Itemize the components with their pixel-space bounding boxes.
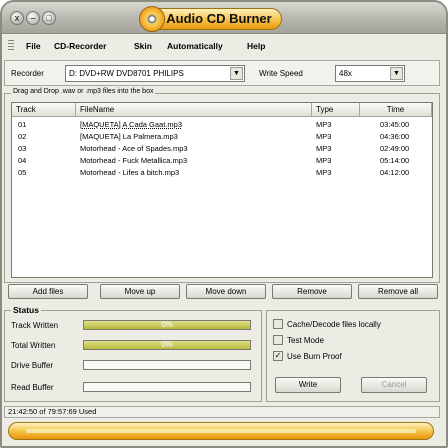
burn-proof-checkbox[interactable]: ✓ — [273, 351, 283, 361]
drive-buffer-progress — [83, 360, 251, 370]
add-files-button[interactable]: Add files — [8, 284, 88, 299]
status-title: Status — [11, 305, 41, 315]
move-down-button[interactable]: Move down — [186, 284, 266, 299]
table-row[interactable]: 03 Motorhead - Ace of Spades.mp3 MP3 02:… — [12, 144, 432, 155]
track-list[interactable]: Track FileName Type Time 01 [MAQUETA] A … — [11, 102, 433, 278]
test-mode-label: Test Mode — [287, 336, 324, 345]
remove-all-button[interactable]: Remove all — [358, 284, 438, 299]
menu-automatically[interactable]: Automatically — [167, 41, 223, 51]
track-filename: [MAQUETA] La Palmera.mp3 — [80, 132, 178, 141]
app-window: x – □ Audio CD Burner File CD-Recorder S… — [0, 0, 448, 448]
write-speed-select[interactable]: 48x ▼ — [335, 65, 405, 82]
drag-drop-group: Drag and Drop .wav or .mp3 files into th… — [4, 88, 440, 283]
minimize-icon[interactable]: – — [26, 11, 40, 25]
total-written-progress: 0% — [83, 340, 251, 350]
track-filename: [MAQUETA] A Cada Gaat.mp3 — [80, 120, 182, 129]
track-type: MP3 — [316, 144, 332, 153]
track-time: 05:14:00 — [380, 156, 410, 165]
total-written-label: Total Written — [11, 341, 56, 350]
cache-decode-label: Cache/Decode files locally — [287, 320, 381, 329]
column-header-track[interactable]: Track — [12, 103, 76, 117]
chevron-down-icon[interactable]: ▼ — [230, 67, 243, 80]
track-time: 04:36:00 — [380, 132, 410, 141]
chevron-down-icon[interactable]: ▼ — [390, 67, 403, 80]
recorder-label: Recorder — [11, 69, 44, 78]
list-button-bar: Add files Move up Move down Remove Remov… — [4, 284, 440, 302]
drag-drop-caption: Drag and Drop .wav or .mp3 files into th… — [11, 88, 156, 95]
menu-skin[interactable]: Skin — [134, 41, 152, 51]
write-button[interactable]: Write — [275, 377, 341, 393]
test-mode-checkbox[interactable] — [273, 335, 283, 345]
track-written-progress: 0% — [83, 320, 251, 330]
menu-cd-recorder[interactable]: CD-Recorder — [54, 41, 106, 51]
column-header-time[interactable]: Time — [360, 103, 432, 117]
track-type: MP3 — [316, 168, 332, 177]
cd-icon — [139, 6, 165, 32]
table-row[interactable]: 05 Motorhead - Lifes a bitch.mp3 MP3 04:… — [12, 168, 432, 179]
status-bar: 21:42:50 of 79:57:69 Used — [4, 406, 440, 418]
cache-decode-checkbox[interactable] — [273, 319, 283, 329]
maximize-icon[interactable]: □ — [42, 11, 56, 25]
progress-text: 0% — [161, 340, 173, 349]
track-time: 02:49:00 — [380, 144, 410, 153]
track-number: 05 — [18, 168, 27, 177]
track-number: 01 — [18, 120, 27, 129]
track-type: MP3 — [316, 156, 332, 165]
read-buffer-progress — [83, 382, 251, 392]
read-buffer-label: Read Buffer — [11, 383, 54, 392]
close-icon[interactable]: x — [10, 11, 24, 25]
write-speed-value: 48x — [339, 69, 352, 78]
bottom-decoration-highlight — [26, 429, 416, 433]
track-time: 03:45:00 — [380, 120, 410, 129]
track-type: MP3 — [316, 132, 332, 141]
title-bar[interactable]: x – □ Audio CD Burner — [2, 2, 446, 34]
track-filename: Motorhead - Ace of Spades.mp3 — [80, 144, 188, 153]
menu-help[interactable]: Help — [247, 41, 265, 51]
recorder-select[interactable]: D: DVD+RW DVD8701 PHILIPS ▼ — [65, 65, 245, 82]
disc-usage-text: 21:42:50 of 79:57:69 Used — [8, 407, 97, 416]
table-row[interactable]: 02 [MAQUETA] La Palmera.mp3 MP3 04:36:00 — [12, 132, 432, 143]
column-header-filename[interactable]: FileName — [76, 103, 312, 117]
track-number: 02 — [18, 132, 27, 141]
write-speed-label: Write Speed — [259, 69, 303, 78]
move-up-button[interactable]: Move up — [100, 284, 180, 299]
drive-buffer-label: Drive Buffer — [11, 361, 54, 370]
progress-text: 0% — [161, 320, 173, 329]
track-written-label: Track Written — [11, 321, 59, 330]
recorder-row: Recorder D: DVD+RW DVD8701 PHILIPS ▼ Wri… — [4, 60, 440, 86]
status-group: Status Track Written 0% Total Written 0%… — [4, 305, 262, 402]
table-row[interactable]: 04 Motorhead - Fuck Metallica.mp3 MP3 05… — [12, 156, 432, 167]
column-header-type[interactable]: Type — [312, 103, 360, 117]
track-filename: Motorhead - Fuck Metallica.mp3 — [80, 156, 188, 165]
options-group: Cache/Decode files locally Test Mode ✓ U… — [266, 310, 440, 402]
track-number: 04 — [18, 156, 27, 165]
track-time: 04:12:00 — [380, 168, 410, 177]
track-number: 03 — [18, 144, 27, 153]
menu-file[interactable]: File — [26, 41, 41, 51]
grip-icon — [8, 40, 14, 52]
table-row[interactable]: 01 [MAQUETA] A Cada Gaat.mp3 MP3 03:45:0… — [12, 120, 432, 131]
remove-button[interactable]: Remove — [272, 284, 352, 299]
menu-bar: File CD-Recorder Skin Automatically Help — [2, 36, 446, 56]
burn-proof-label: Use Burn Proof — [287, 352, 342, 361]
cancel-button[interactable]: Cancel — [361, 377, 427, 393]
track-type: MP3 — [316, 120, 332, 129]
track-filename: Motorhead - Lifes a bitch.mp3 — [80, 168, 180, 177]
recorder-value: D: DVD+RW DVD8701 PHILIPS — [69, 69, 184, 78]
